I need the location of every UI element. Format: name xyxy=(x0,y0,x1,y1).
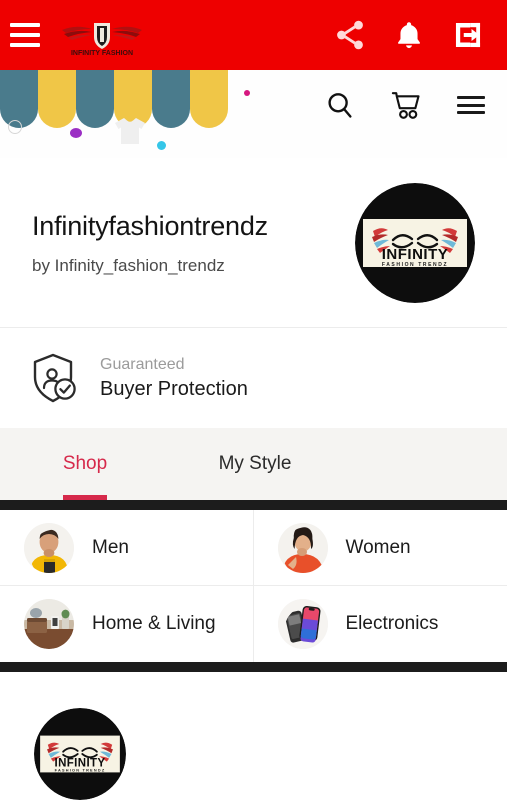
tab-section-separator xyxy=(0,500,507,510)
category-label: Men xyxy=(92,536,129,558)
brand-logo: INFINITY FASHION xyxy=(54,12,150,58)
avatar-subtitle: FASHION TRENDZ xyxy=(382,262,448,268)
store-header: Infinityfashiontrendz by Infinity_fashio… xyxy=(0,158,507,328)
electronics-category-thumb xyxy=(277,599,328,649)
category-label: Women xyxy=(345,536,411,558)
category-item-women[interactable]: Women xyxy=(253,510,507,586)
ring-outline-decor xyxy=(8,120,22,134)
hamburger-menu-icon[interactable] xyxy=(10,23,40,47)
awning-scallop xyxy=(76,70,114,128)
app-bar: INFINITY FASHION xyxy=(0,0,507,70)
banner-actions xyxy=(325,90,485,120)
store-banner xyxy=(0,70,507,158)
buyer-protection-label: Buyer Protection xyxy=(100,377,248,400)
store-text-block: Infinityfashiontrendz by Infinity_fashio… xyxy=(32,210,355,276)
store-profile-screen: INFINITY FASHION Infinityfashiontrendz b… xyxy=(0,0,507,800)
awning-scallop xyxy=(190,70,228,128)
footer-logo-subtitle: FASHION TRENDZ xyxy=(55,769,106,773)
appbar-actions xyxy=(333,18,485,52)
category-label: Electronics xyxy=(345,613,439,634)
men-category-thumb xyxy=(24,522,74,573)
magenta-dot-decor xyxy=(244,90,250,96)
awning-scallop xyxy=(152,70,190,128)
search-icon[interactable] xyxy=(325,90,355,120)
shopping-cart-icon[interactable] xyxy=(389,90,423,120)
category-item-men[interactable]: Men xyxy=(0,510,254,586)
store-name: Infinityfashiontrendz xyxy=(32,210,268,241)
tab-bar: Shop My Style xyxy=(0,428,507,500)
avatar-title: INFINITY xyxy=(382,246,449,263)
tshirt-shape-decor xyxy=(115,118,145,144)
category-item-home-living[interactable]: Home & Living xyxy=(0,586,254,662)
logout-icon[interactable] xyxy=(451,18,485,52)
tab-my-style[interactable]: My Style xyxy=(170,428,340,500)
category-label: Home & Living xyxy=(92,613,216,634)
brand-logo-text: INFINITY FASHION xyxy=(71,50,133,57)
purple-dot-decor xyxy=(70,128,82,138)
category-grid: Men Women Home & Living Electronics xyxy=(0,510,507,662)
grid-section-separator xyxy=(0,662,507,672)
store-avatar[interactable]: INFINITY FASHION TRENDZ xyxy=(355,183,475,303)
awning-scallop xyxy=(38,70,76,128)
women-category-thumb xyxy=(277,522,328,573)
buyer-protection-banner[interactable]: Guaranteed Buyer Protection xyxy=(0,328,507,428)
store-owner-handle: by Infinity_fashion_trendz xyxy=(32,256,225,276)
bell-icon[interactable] xyxy=(393,18,425,52)
hamburger-menu-icon[interactable] xyxy=(457,96,485,114)
cyan-dot-decor xyxy=(157,141,166,150)
home-living-category-thumb xyxy=(24,599,74,649)
tab-shop[interactable]: Shop xyxy=(0,428,170,500)
guaranteed-label: Guaranteed xyxy=(100,355,185,373)
category-item-electronics[interactable]: Electronics xyxy=(254,586,507,662)
shield-check-icon xyxy=(33,353,76,403)
share-icon[interactable] xyxy=(333,18,367,52)
tab-shop-label: Shop xyxy=(62,453,108,474)
footer-store-logo[interactable]: INFINITY FASHION TRENDZ xyxy=(34,708,126,800)
awning-scallop xyxy=(0,70,38,128)
footer-logo-title: INFINITY xyxy=(55,757,106,769)
buyer-protection-text: Guaranteed Buyer Protection xyxy=(100,356,248,401)
tab-my-style-label: My Style xyxy=(218,453,292,474)
footer-section: INFINITY FASHION TRENDZ xyxy=(0,672,507,800)
